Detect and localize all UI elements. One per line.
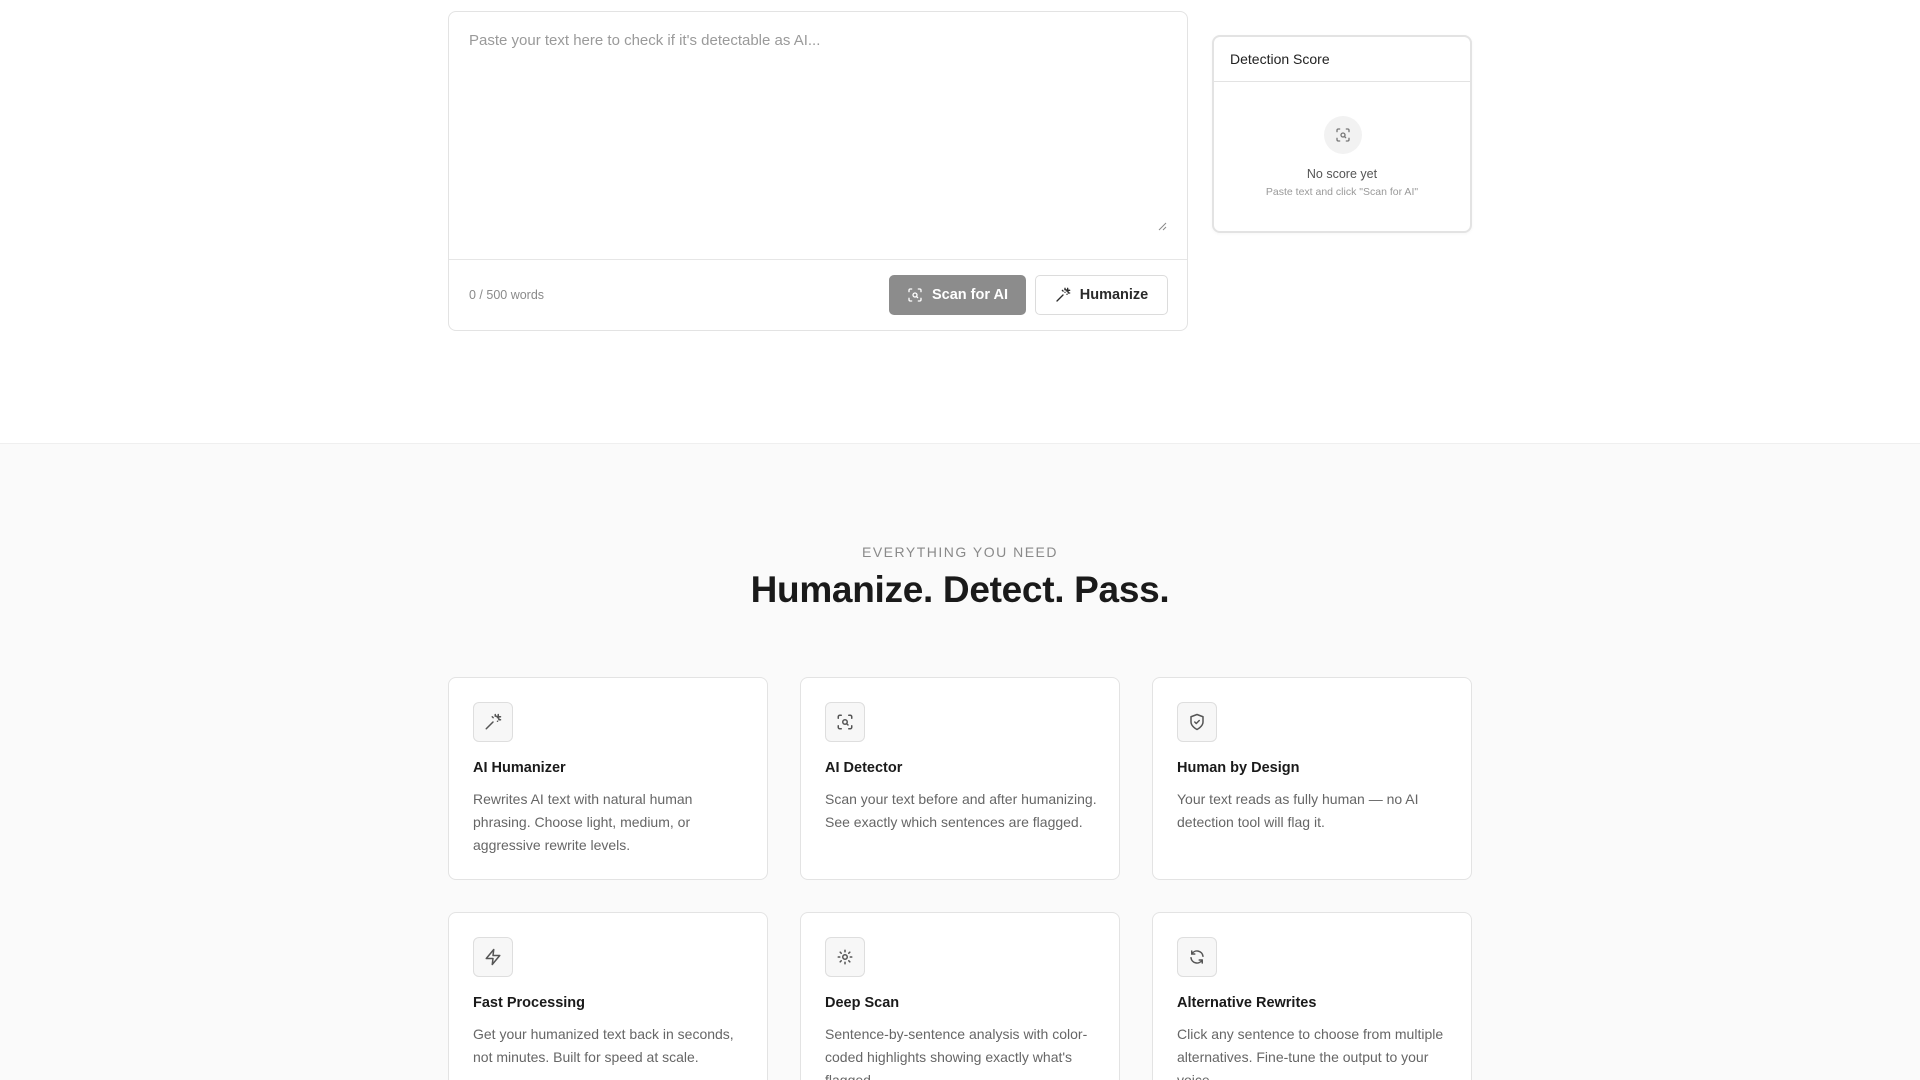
feature-icon-box <box>825 702 865 742</box>
section-eyebrow: EVERYTHING YOU NEED <box>861 544 1059 560</box>
feature-card-fast-processing: Fast Processing Get your humanized text … <box>448 912 768 1080</box>
feature-title: Deep Scan <box>825 995 900 1011</box>
feature-icon-box <box>473 937 513 977</box>
feature-card-human-by-design: Human by Design Your text reads as fully… <box>1152 677 1472 880</box>
feature-title: AI Detector <box>825 760 903 776</box>
scan-search-icon <box>908 288 922 302</box>
resize-handle-icon[interactable] <box>1158 222 1167 231</box>
feature-icon-box <box>825 937 865 977</box>
scan-search-icon <box>1336 128 1350 142</box>
feature-card-ai-detector: AI Detector Scan your text before and af… <box>800 677 1120 880</box>
feature-description: Click any sentence to choose from multip… <box>1177 1026 1444 1080</box>
shield-check-icon <box>1190 713 1204 731</box>
score-placeholder-badge <box>1324 116 1362 154</box>
feature-icon-box <box>1177 937 1217 977</box>
feature-description: Get your humanized text back in seconds,… <box>473 1026 734 1065</box>
editor-card: 0 / 500 words Scan for AI Humanize <box>448 11 1188 331</box>
feature-description: Rewrites AI text with natural human phra… <box>473 791 693 853</box>
sun-icon <box>837 949 853 965</box>
features-section: EVERYTHING YOU NEED Humanize. Detect. Pa… <box>0 443 1920 1080</box>
detection-score-card: Detection Score No score yet Paste text … <box>1212 35 1472 233</box>
humanize-button[interactable]: Humanize <box>1035 275 1168 315</box>
feature-title: AI Humanizer <box>473 760 566 776</box>
lightning-icon <box>485 948 501 966</box>
scan-for-ai-button[interactable]: Scan for AI <box>889 275 1026 315</box>
word-count: 0 / 500 words <box>469 288 545 302</box>
page: 0 / 500 words Scan for AI Humanize <box>0 0 1920 1080</box>
scan-for-ai-label: Scan for AI <box>931 287 1008 303</box>
tool-section: 0 / 500 words Scan for AI Humanize <box>0 0 1920 443</box>
humanize-label: Humanize <box>1079 287 1149 303</box>
feature-title: Human by Design <box>1177 760 1300 776</box>
section-headline: Humanize. Detect. Pass. <box>750 569 1170 610</box>
feature-card-alternative-rewrites: Alternative Rewrites Click any sentence … <box>1152 912 1472 1080</box>
refresh-icon <box>1190 950 1204 964</box>
feature-description: Sentence-by-sentence analysis with color… <box>825 1026 1088 1080</box>
feature-title: Alternative Rewrites <box>1177 995 1317 1011</box>
scan-search-icon <box>837 714 853 730</box>
feature-card-deep-scan: Deep Scan Sentence-by-sentence analysis … <box>800 912 1120 1080</box>
feature-title: Fast Processing <box>473 995 586 1011</box>
feature-icon-box <box>473 702 513 742</box>
editor-area <box>449 12 1187 260</box>
feature-description: Scan your text before and after humanizi… <box>825 791 1097 830</box>
no-score-title: No score yet <box>1306 167 1378 181</box>
detection-score-title: Detection Score <box>1214 37 1470 82</box>
feature-card-ai-humanizer: AI Humanizer Rewrites AI text with natur… <box>448 677 768 880</box>
sparkles-icon <box>1056 287 1071 302</box>
sparkles-icon <box>485 713 502 730</box>
no-score-hint: Paste text and click "Scan for AI" <box>1265 186 1419 198</box>
feature-icon-box <box>1177 702 1217 742</box>
feature-description: Your text reads as fully human — no AI d… <box>1177 791 1419 830</box>
text-input[interactable] <box>469 32 1169 244</box>
